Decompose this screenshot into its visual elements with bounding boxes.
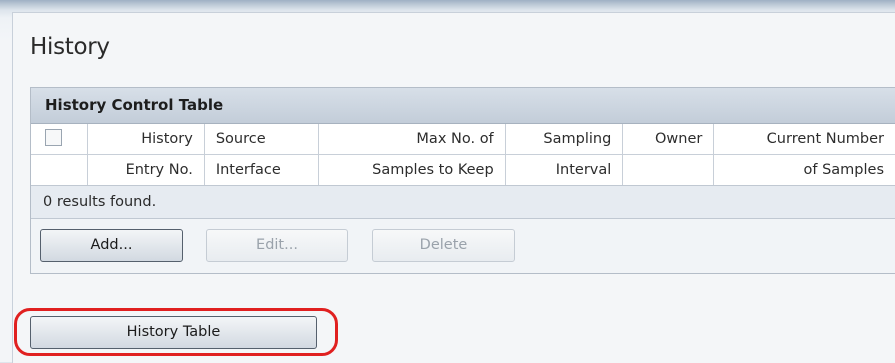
col-owner-line2	[622, 154, 715, 185]
table-button-row: Add... Edit... Delete	[31, 219, 895, 273]
add-button[interactable]: Add...	[40, 229, 183, 262]
col-current-number-line1: Current Number	[713, 124, 895, 155]
col-owner-line1: Owner	[622, 124, 715, 155]
highlight-annotation	[14, 308, 338, 356]
col-sampling-interval-line2: Interval	[505, 154, 624, 185]
select-all-checkbox[interactable]	[45, 128, 62, 146]
checkbox-spacer	[31, 154, 88, 185]
col-source-interface-line1: Source	[204, 124, 319, 155]
table-caption: History Control Table	[31, 88, 895, 124]
history-control-table: History Control Table History Source Max…	[30, 87, 895, 274]
select-all-cell[interactable]	[31, 124, 88, 155]
col-history-entry-line1: History	[87, 124, 205, 155]
page-title: History	[30, 34, 110, 60]
col-source-interface-line2: Interface	[204, 154, 319, 185]
table-header-row-2: Entry No. Interface Samples to Keep Inte…	[31, 154, 895, 185]
col-max-samples-line2: Samples to Keep	[318, 154, 506, 185]
col-max-samples-line1: Max No. of	[318, 124, 506, 155]
col-history-entry-line2: Entry No.	[87, 154, 205, 185]
col-sampling-interval-line1: Sampling	[505, 124, 624, 155]
table-header-row-1: History Source Max No. of Sampling Owner…	[31, 124, 895, 155]
col-current-number-line2: of Samples	[713, 154, 895, 185]
delete-button[interactable]: Delete	[372, 229, 515, 262]
edit-button[interactable]: Edit...	[206, 229, 348, 262]
table-grid: History Source Max No. of Sampling Owner…	[31, 124, 895, 185]
results-count: 0 results found.	[31, 185, 895, 219]
